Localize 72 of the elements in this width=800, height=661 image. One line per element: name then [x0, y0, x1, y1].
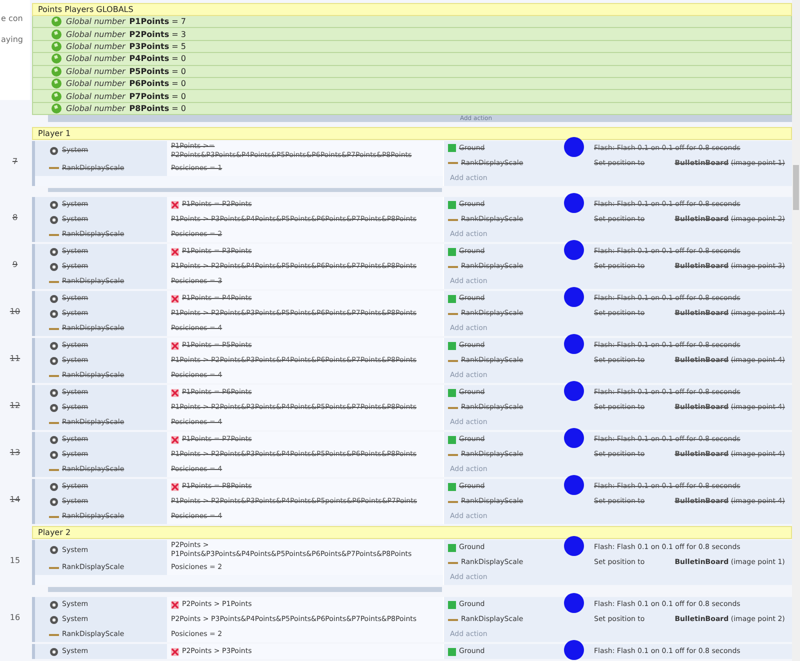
event-number: 12 [8, 401, 22, 410]
globe-icon [51, 102, 62, 114]
gear-icon [49, 262, 59, 272]
cross-icon [171, 648, 179, 656]
event-number: 7 [11, 156, 19, 166]
event-number: 10 [8, 307, 22, 316]
global-variable-row[interactable]: Global number P2Points = 3 [32, 28, 792, 41]
background-text: e con [0, 14, 24, 23]
gear-icon [49, 214, 59, 225]
square-icon [448, 144, 456, 152]
global-variable-row[interactable]: Global number P4Points = 0 [32, 53, 792, 66]
square-icon [448, 436, 456, 444]
gear-icon [49, 646, 59, 656]
sprite-icon [448, 618, 458, 622]
event-number: 14 [8, 495, 22, 504]
cross-icon [171, 248, 179, 256]
background-text: aying [0, 35, 24, 44]
event-number: 16 [8, 613, 22, 622]
globe-icon [51, 53, 62, 64]
gear-icon [49, 545, 59, 556]
gear-icon [49, 388, 59, 398]
gear-icon [49, 496, 59, 507]
gear-icon [49, 450, 59, 460]
cross-icon [171, 600, 179, 608]
event-number: 11 [8, 354, 22, 364]
globe-icon [51, 90, 62, 102]
globe-icon [51, 16, 62, 28]
square-icon [448, 544, 456, 552]
group-header[interactable]: Player 2 [32, 526, 792, 540]
square-icon [448, 248, 456, 256]
event-number: 9 [11, 260, 19, 270]
global-variable-row[interactable]: Global number P1Points = 7 [32, 16, 792, 28]
event-number: 15 [8, 556, 22, 566]
globe-icon [51, 78, 62, 90]
square-icon [448, 200, 456, 209]
cross-icon [171, 388, 179, 397]
event-number: 8 [11, 213, 19, 222]
gear-icon [49, 200, 59, 210]
gear-icon [49, 308, 59, 319]
globe-icon [51, 28, 62, 40]
gear-icon [49, 246, 59, 257]
global-variable-row[interactable]: Global number P7Points = 0 [32, 90, 792, 103]
square-icon [448, 648, 456, 656]
cross-icon [171, 294, 179, 303]
global-variable-row[interactable]: Global number P8Points = 0 [32, 102, 792, 116]
globe-icon [51, 40, 62, 52]
gear-icon [49, 482, 59, 492]
gear-icon [49, 146, 59, 156]
gear-icon [49, 294, 59, 304]
event-number: 13 [8, 448, 22, 458]
globe-icon [51, 66, 62, 77]
square-icon [448, 342, 456, 350]
scrollbar[interactable] [792, 0, 800, 661]
gear-icon [49, 434, 59, 445]
square-icon [448, 482, 456, 491]
group-header[interactable]: Player 1 [32, 126, 792, 140]
global-variable-row[interactable]: Global number P6Points = 0 [32, 78, 792, 90]
global-variable-row[interactable]: Global number P3Points = 5 [32, 40, 792, 54]
cross-icon [171, 482, 179, 491]
cross-icon [171, 200, 179, 209]
gear-icon [49, 356, 59, 366]
gear-icon [49, 402, 59, 413]
scrollbar-thumb[interactable] [793, 165, 799, 210]
global-variable-row[interactable]: Global number P5Points = 0 [32, 66, 792, 78]
cross-icon [171, 436, 179, 444]
square-icon [448, 294, 456, 303]
square-icon [448, 600, 456, 608]
group-header[interactable]: Points Players GLOBALS [32, 3, 792, 16]
sprite-icon [49, 632, 59, 636]
gear-icon [49, 340, 59, 351]
cross-icon [171, 342, 179, 350]
square-icon [448, 388, 456, 397]
